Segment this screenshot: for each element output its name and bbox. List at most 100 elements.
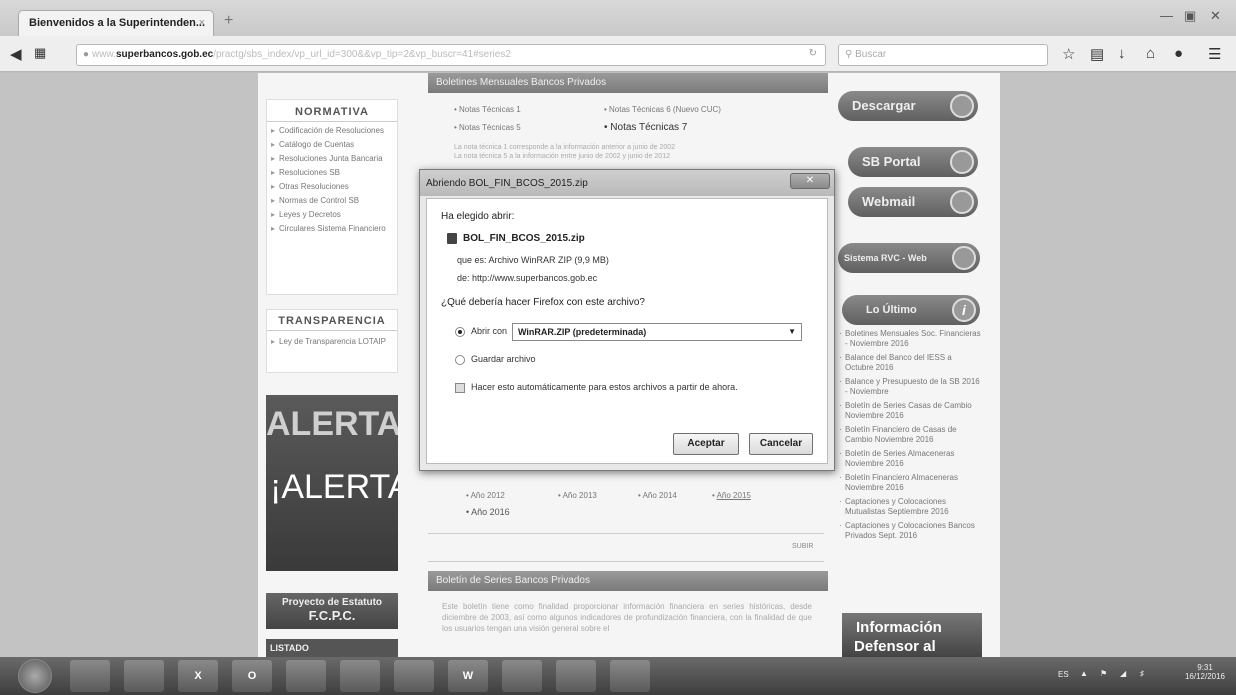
outlook-taskbar-icon[interactable]: O bbox=[232, 660, 272, 692]
open-with-label[interactable]: Abrir con bbox=[471, 326, 507, 336]
word-taskbar-icon[interactable]: W bbox=[448, 660, 488, 692]
nota-link[interactable]: • Notas Técnicas 5 bbox=[454, 123, 521, 132]
news-item[interactable]: Balance y Presupuesto de la SB 2016 - No… bbox=[838, 377, 982, 397]
news-item[interactable]: Balance del Banco del IESS a Octubre 201… bbox=[838, 353, 982, 373]
normativa-item[interactable]: Resoluciones SB bbox=[271, 168, 393, 178]
bookmarks-list-icon[interactable]: ▤ bbox=[1090, 45, 1104, 63]
browser-tab[interactable]: Bienvenidos a la Superintenden... × bbox=[18, 10, 214, 36]
globe-icon bbox=[950, 150, 974, 174]
news-item[interactable]: Captaciones y Colocaciones Bancos Privad… bbox=[838, 521, 982, 541]
tray-flag-icon[interactable]: ⚑ bbox=[1100, 669, 1107, 678]
transparencia-item[interactable]: Ley de Transparencia LOTAIP bbox=[271, 337, 393, 347]
normativa-item[interactable]: Otras Resoluciones bbox=[271, 182, 393, 192]
chosen-label: Ha elegido abrir: bbox=[441, 211, 515, 222]
new-tab-button[interactable]: + bbox=[224, 12, 233, 30]
save-file-label[interactable]: Guardar archivo bbox=[471, 354, 536, 364]
page-info-icon[interactable]: ▦ bbox=[34, 45, 46, 61]
normativa-item[interactable]: Codificación de Resoluciones bbox=[271, 126, 393, 136]
explorer-taskbar-icon[interactable] bbox=[124, 660, 164, 692]
normativa-item[interactable]: Circulares Sistema Financiero bbox=[271, 224, 393, 234]
normativa-item[interactable]: Resoluciones Junta Bancaria bbox=[271, 154, 393, 164]
open-with-select[interactable]: WinRAR.ZIP (predeterminada) ▼ bbox=[512, 323, 802, 341]
subir-link[interactable]: SUBIR bbox=[792, 543, 813, 550]
sistema-rvc-button[interactable]: Sistema RVC - Web bbox=[838, 243, 980, 273]
file-source-row: de: http://www.superbancos.gob.ec bbox=[457, 273, 597, 283]
nota-link[interactable]: • Notas Técnicas 1 bbox=[454, 105, 521, 114]
home-icon[interactable]: ⌂ bbox=[1146, 45, 1155, 62]
normativa-item[interactable]: Leyes y Decretos bbox=[271, 210, 393, 220]
back-icon[interactable]: ◀ bbox=[10, 45, 22, 63]
auto-checkbox[interactable] bbox=[455, 383, 465, 393]
minimize-icon[interactable]: — bbox=[1160, 8, 1173, 23]
year-link[interactable]: • Año 2014 bbox=[638, 491, 677, 500]
viewer-taskbar-icon[interactable] bbox=[556, 660, 596, 692]
search-placeholder: Buscar bbox=[855, 49, 887, 60]
auto-label[interactable]: Hacer esto automáticamente para estos ar… bbox=[471, 382, 738, 392]
excel-taskbar-icon[interactable]: X bbox=[178, 660, 218, 692]
normativa-item[interactable]: Normas de Control SB bbox=[271, 196, 393, 206]
news-item[interactable]: Boletín de Series Almaceneras Noviembre … bbox=[838, 449, 982, 469]
news-item[interactable]: Boletines Mensuales Soc. Financieras - N… bbox=[838, 329, 982, 349]
proyecto-line-1: Proyecto de Estatuto bbox=[281, 597, 383, 608]
volume-icon[interactable]: ♯ bbox=[1140, 669, 1144, 678]
start-button[interactable] bbox=[18, 659, 52, 693]
bookmark-star-icon[interactable]: ☆ bbox=[1062, 45, 1075, 63]
people-taskbar-icon[interactable] bbox=[340, 660, 380, 692]
transparencia-box: TRANSPARENCIA Ley de Transparencia LOTAI… bbox=[266, 309, 398, 373]
informacion-banner[interactable]: Información Defensor al bbox=[842, 613, 982, 657]
news-item[interactable]: Boletín de Series Casas de Cambio Noviem… bbox=[838, 401, 982, 421]
url-prefix: www. bbox=[92, 49, 116, 60]
maximize-icon[interactable]: ▣ bbox=[1184, 8, 1196, 24]
descargar-button[interactable]: Descargar bbox=[838, 91, 978, 121]
cancel-button[interactable]: Cancelar bbox=[749, 433, 813, 455]
normativa-item[interactable]: Catálogo de Cuentas bbox=[271, 140, 393, 150]
url-bar[interactable]: ● www.superbancos.gob.ec/practg/sbs_index… bbox=[76, 44, 826, 66]
news-item[interactable]: Boletín Financiero Almaceneras Noviembre… bbox=[838, 473, 982, 493]
year-link[interactable]: • Año 2013 bbox=[558, 491, 597, 500]
tray-arrow-icon[interactable]: ▲ bbox=[1080, 669, 1088, 678]
tab-title: Bienvenidos a la Superintenden... bbox=[29, 17, 206, 29]
nav-bar: ◀ ▦ ● www.superbancos.gob.ec/practg/sbs_i… bbox=[0, 36, 1236, 72]
monitor-taskbar-icon[interactable] bbox=[286, 660, 326, 692]
open-with-radio[interactable] bbox=[455, 327, 465, 337]
sb-portal-button[interactable]: SB Portal bbox=[848, 147, 978, 177]
year-link[interactable]: • Año 2016 bbox=[466, 507, 510, 517]
clock[interactable]: 9:31 16/12/2016 bbox=[1180, 663, 1230, 681]
calculator-taskbar-icon[interactable] bbox=[610, 660, 650, 692]
clock-date: 16/12/2016 bbox=[1184, 672, 1226, 681]
firefox-taskbar-icon[interactable] bbox=[394, 660, 434, 692]
nota-link[interactable]: • Notas Técnicas 7 bbox=[604, 122, 687, 133]
year-link[interactable]: • Año 2015 bbox=[712, 491, 751, 500]
listado-banner[interactable]: LISTADO bbox=[266, 639, 398, 657]
tab-close-icon[interactable]: × bbox=[199, 17, 205, 29]
menu-icon[interactable]: ☰ bbox=[1208, 45, 1221, 63]
years-links: • Año 2012 • Año 2013 • Año 2014 • Año 2… bbox=[466, 489, 826, 523]
alerta-text-2: ¡ALERTA! bbox=[270, 468, 398, 506]
proyecto-banner[interactable]: Proyecto de Estatuto F.C.P.C. bbox=[266, 593, 398, 629]
year-link[interactable]: • Año 2012 bbox=[466, 491, 505, 500]
series-header: Boletín de Series Bancos Privados bbox=[428, 571, 828, 591]
accept-button[interactable]: Aceptar bbox=[673, 433, 739, 455]
alerta-text-1: ALERTA! bbox=[266, 405, 398, 443]
network-icon[interactable]: ◢ bbox=[1120, 669, 1126, 678]
news-item[interactable]: Boletín Financiero de Casas de Cambio No… bbox=[838, 425, 982, 445]
reload-icon[interactable]: ↻ bbox=[809, 48, 817, 59]
chrome-taskbar-icon[interactable] bbox=[70, 660, 110, 692]
from-value: http://www.superbancos.gob.ec bbox=[472, 273, 598, 283]
chevron-down-icon: ▼ bbox=[788, 327, 796, 336]
search-input[interactable]: ⚲ Buscar bbox=[838, 44, 1048, 66]
dialog-close-button[interactable]: ✕ bbox=[790, 173, 830, 189]
media-taskbar-icon[interactable] bbox=[502, 660, 542, 692]
close-window-icon[interactable]: ✕ bbox=[1210, 8, 1221, 24]
news-item[interactable]: Captaciones y Colocaciones Mutualistas S… bbox=[838, 497, 982, 517]
normativa-title: NORMATIVA bbox=[267, 106, 397, 122]
webmail-button[interactable]: Webmail bbox=[848, 187, 978, 217]
language-indicator[interactable]: ES bbox=[1058, 670, 1069, 679]
save-file-radio[interactable] bbox=[455, 355, 465, 365]
nota-link[interactable]: • Notas Técnicas 6 (Nuevo CUC) bbox=[604, 105, 721, 114]
alerta-banner[interactable]: ALERTA! ¡ALERTA! bbox=[266, 395, 398, 571]
chat-icon[interactable]: ● bbox=[1174, 45, 1183, 62]
download-dialog: Abriendo BOL_FIN_BCOS_2015.zip ✕ Ha eleg… bbox=[419, 169, 835, 471]
download-icon[interactable]: ↓ bbox=[1118, 45, 1126, 62]
nota-text-1: La nota técnica 1 corresponde a la infor… bbox=[454, 144, 676, 151]
